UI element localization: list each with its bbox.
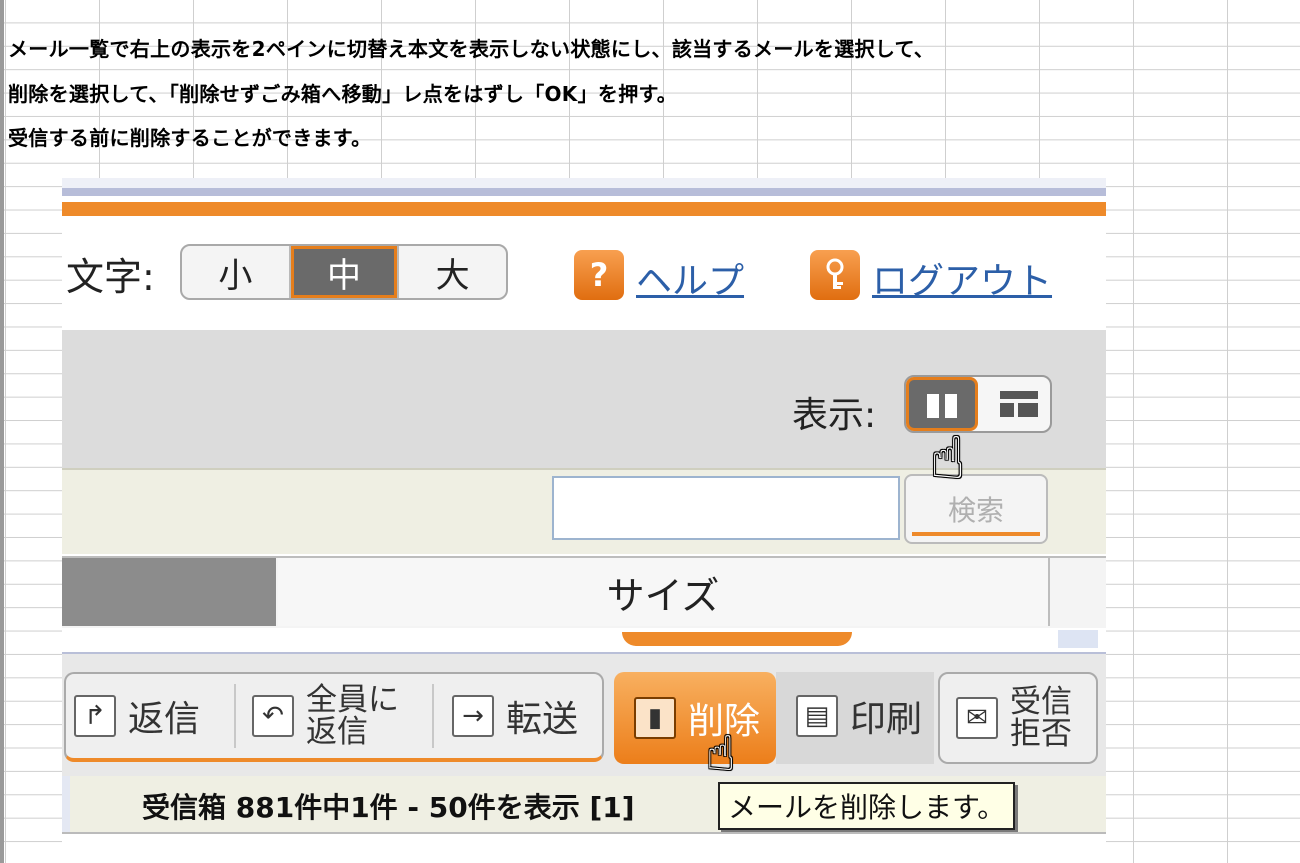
instruction-line-3: 受信する前に削除することができます。 [8, 126, 372, 150]
3-pane-icon[interactable] [988, 377, 1050, 431]
reply-label: 返信 [128, 699, 201, 740]
key-icon[interactable] [810, 250, 860, 300]
instruction-line-2: 削除を選択して、「削除せずごみ箱へ移動」レ点をはずし「OK」を押す。 [8, 82, 678, 106]
column-header-size[interactable]: サイズ [278, 558, 1050, 626]
reject-label-2: 拒否 [1010, 716, 1072, 752]
font-size-selector: 小 中 大 [180, 244, 508, 300]
search-input[interactable] [552, 476, 900, 540]
inbox-status: 受信箱 881件中1件 - 50件を表示 [1] [142, 791, 635, 824]
forward-arrow-icon: → [452, 695, 494, 737]
embedded-screenshot: 文字: 小 中 大 ? ヘルプ ログアウト 表示: 検索 サイズ ↱ 返信 ↶ … [62, 178, 1106, 863]
font-size-large-button[interactable]: 大 [399, 246, 506, 298]
reply-all-label: 全員に 返信 [306, 684, 399, 748]
toolbar-divider [432, 684, 434, 748]
reject-label-1: 受信 [1010, 684, 1072, 720]
forward-label: 転送 [506, 699, 579, 740]
orange-header-bar [62, 202, 1106, 216]
scrollbar-peek [1058, 630, 1098, 648]
view-label: 表示: [792, 395, 877, 436]
help-link[interactable]: ヘルプ [636, 252, 744, 304]
forward-button[interactable]: → 転送 [452, 670, 578, 762]
delete-tooltip: メールを削除します。 [718, 782, 1016, 830]
delete-button[interactable]: ▮ 削除 [614, 672, 776, 764]
reject-label: 受信 拒否 [1010, 686, 1072, 750]
hand-cursor-icon: ☝ [930, 424, 966, 492]
hand-cursor-icon: ☝ [706, 726, 736, 782]
print-label: 印刷 [850, 699, 923, 740]
printer-icon: ▤ [796, 695, 838, 737]
toolbar-divider [234, 684, 236, 748]
font-size-small-button[interactable]: 小 [182, 246, 291, 298]
reply-arrow-icon: ↱ [74, 695, 116, 737]
2-pane-icon[interactable] [906, 377, 978, 431]
logout-link[interactable]: ログアウト [872, 252, 1052, 304]
column-header-from[interactable] [62, 558, 276, 626]
print-button[interactable]: ▤ 印刷 [796, 670, 922, 762]
mail-list-header [62, 832, 1106, 863]
reject-mail-icon: ✉ [956, 697, 998, 739]
view-toggle [904, 375, 1052, 433]
top-blue-strip [62, 188, 1106, 196]
reply-all-button[interactable]: ↶ 全員に 返信 [252, 670, 399, 762]
reply-all-label-1: 全員に [306, 682, 399, 718]
reply-all-label-2: 返信 [306, 714, 368, 750]
orange-peek [622, 632, 852, 646]
top-strip [62, 178, 1106, 188]
font-size-medium-button[interactable]: 中 [290, 246, 400, 298]
list-row-peek [62, 628, 1106, 652]
reply-all-icon: ↶ [252, 695, 294, 737]
reply-button[interactable]: ↱ 返信 [74, 670, 200, 762]
reject-button[interactable]: ✉ 受信 拒否 [938, 672, 1098, 764]
search-button[interactable]: 検索 [904, 474, 1048, 544]
sheet-left-border [0, 0, 4, 863]
instruction-line-1: メール一覧で右上の表示を2ペインに切替え本文を表示しない状態にし、該当するメール… [8, 37, 935, 61]
help-icon[interactable]: ? [574, 250, 624, 300]
font-size-label: 文字: [66, 255, 155, 299]
trash-icon: ▮ [634, 697, 676, 739]
